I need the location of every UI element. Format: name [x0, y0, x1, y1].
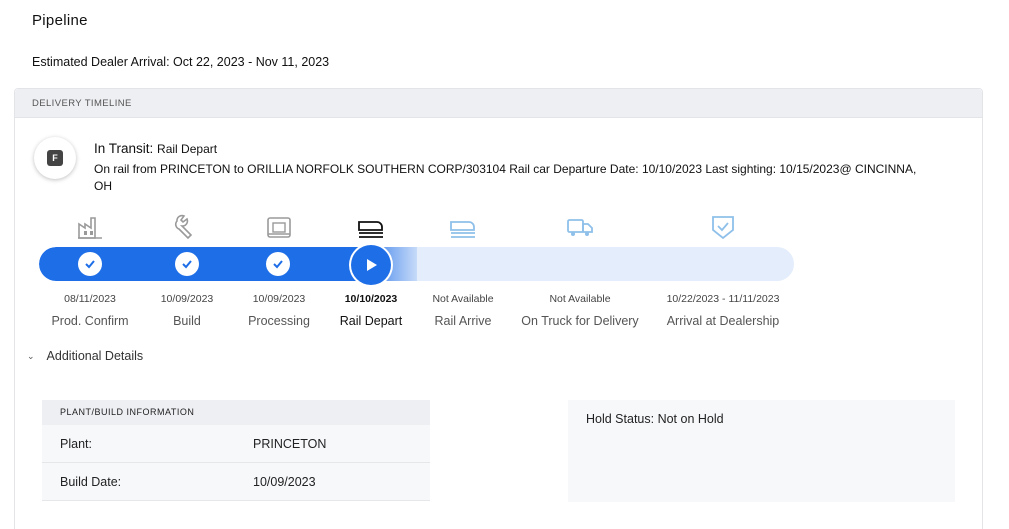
chevron-down-icon: ⌄	[27, 350, 35, 361]
plant-key: Plant:	[60, 437, 92, 451]
stage-complete-icon	[78, 252, 102, 276]
progress-track	[39, 247, 794, 281]
truck-icon	[567, 219, 593, 236]
stage-complete-icon	[266, 252, 290, 276]
stage-date: Not Available	[432, 293, 494, 305]
hold-status-text: Hold Status: Not on Hold	[586, 412, 724, 426]
delivery-timeline-card: DELIVERY TIMELINE F In Transit: Rail Dep…	[14, 88, 983, 529]
status-avatar: F	[34, 137, 76, 179]
table-row: Build Date: 10/09/2023	[42, 463, 430, 501]
wrench-icon	[174, 214, 193, 240]
plant-build-panel: PLANT/BUILD INFORMATION Plant: PRINCETON…	[42, 400, 430, 501]
page-title: Pipeline	[32, 12, 88, 29]
stage-complete-icon	[175, 252, 199, 276]
estimated-arrival: Estimated Dealer Arrival: Oct 22, 2023 -…	[32, 55, 330, 69]
build-date-key: Build Date:	[60, 475, 122, 489]
stage-date: Not Available	[549, 293, 611, 305]
stage-current-play-icon	[351, 245, 391, 285]
stage-date: 10/22/2023 - 11/11/2023	[666, 293, 780, 305]
additional-details-label: Additional Details	[46, 349, 144, 363]
status-heading: In Transit: Rail Depart	[94, 141, 217, 156]
status-label: In Transit:	[94, 141, 154, 156]
processing-icon	[267, 217, 291, 238]
factory-icon	[78, 217, 102, 239]
hold-status-panel: Hold Status: Not on Hold	[568, 400, 955, 502]
status-badge: F	[47, 150, 63, 166]
build-date-value: 10/09/2023	[253, 475, 316, 489]
delivery-timeline-header: DELIVERY TIMELINE	[15, 89, 982, 118]
status-description: On rail from PRINCETON to ORILLIA NORFOL…	[94, 162, 917, 193]
dealership-shield-icon	[712, 216, 734, 240]
rail-arrive-icon	[450, 221, 475, 238]
rail-icon	[358, 221, 383, 238]
status-sub: Rail Depart	[157, 142, 218, 156]
stage-label: On Truck for Delivery	[521, 314, 639, 328]
plant-build-header: PLANT/BUILD INFORMATION	[42, 400, 430, 425]
plant-value: PRINCETON	[253, 437, 327, 451]
stage-label: Arrival at Dealership	[666, 314, 780, 328]
additional-details-toggle[interactable]: ⌄ Additional Details	[27, 349, 143, 363]
table-row: Plant: PRINCETON	[42, 425, 430, 463]
